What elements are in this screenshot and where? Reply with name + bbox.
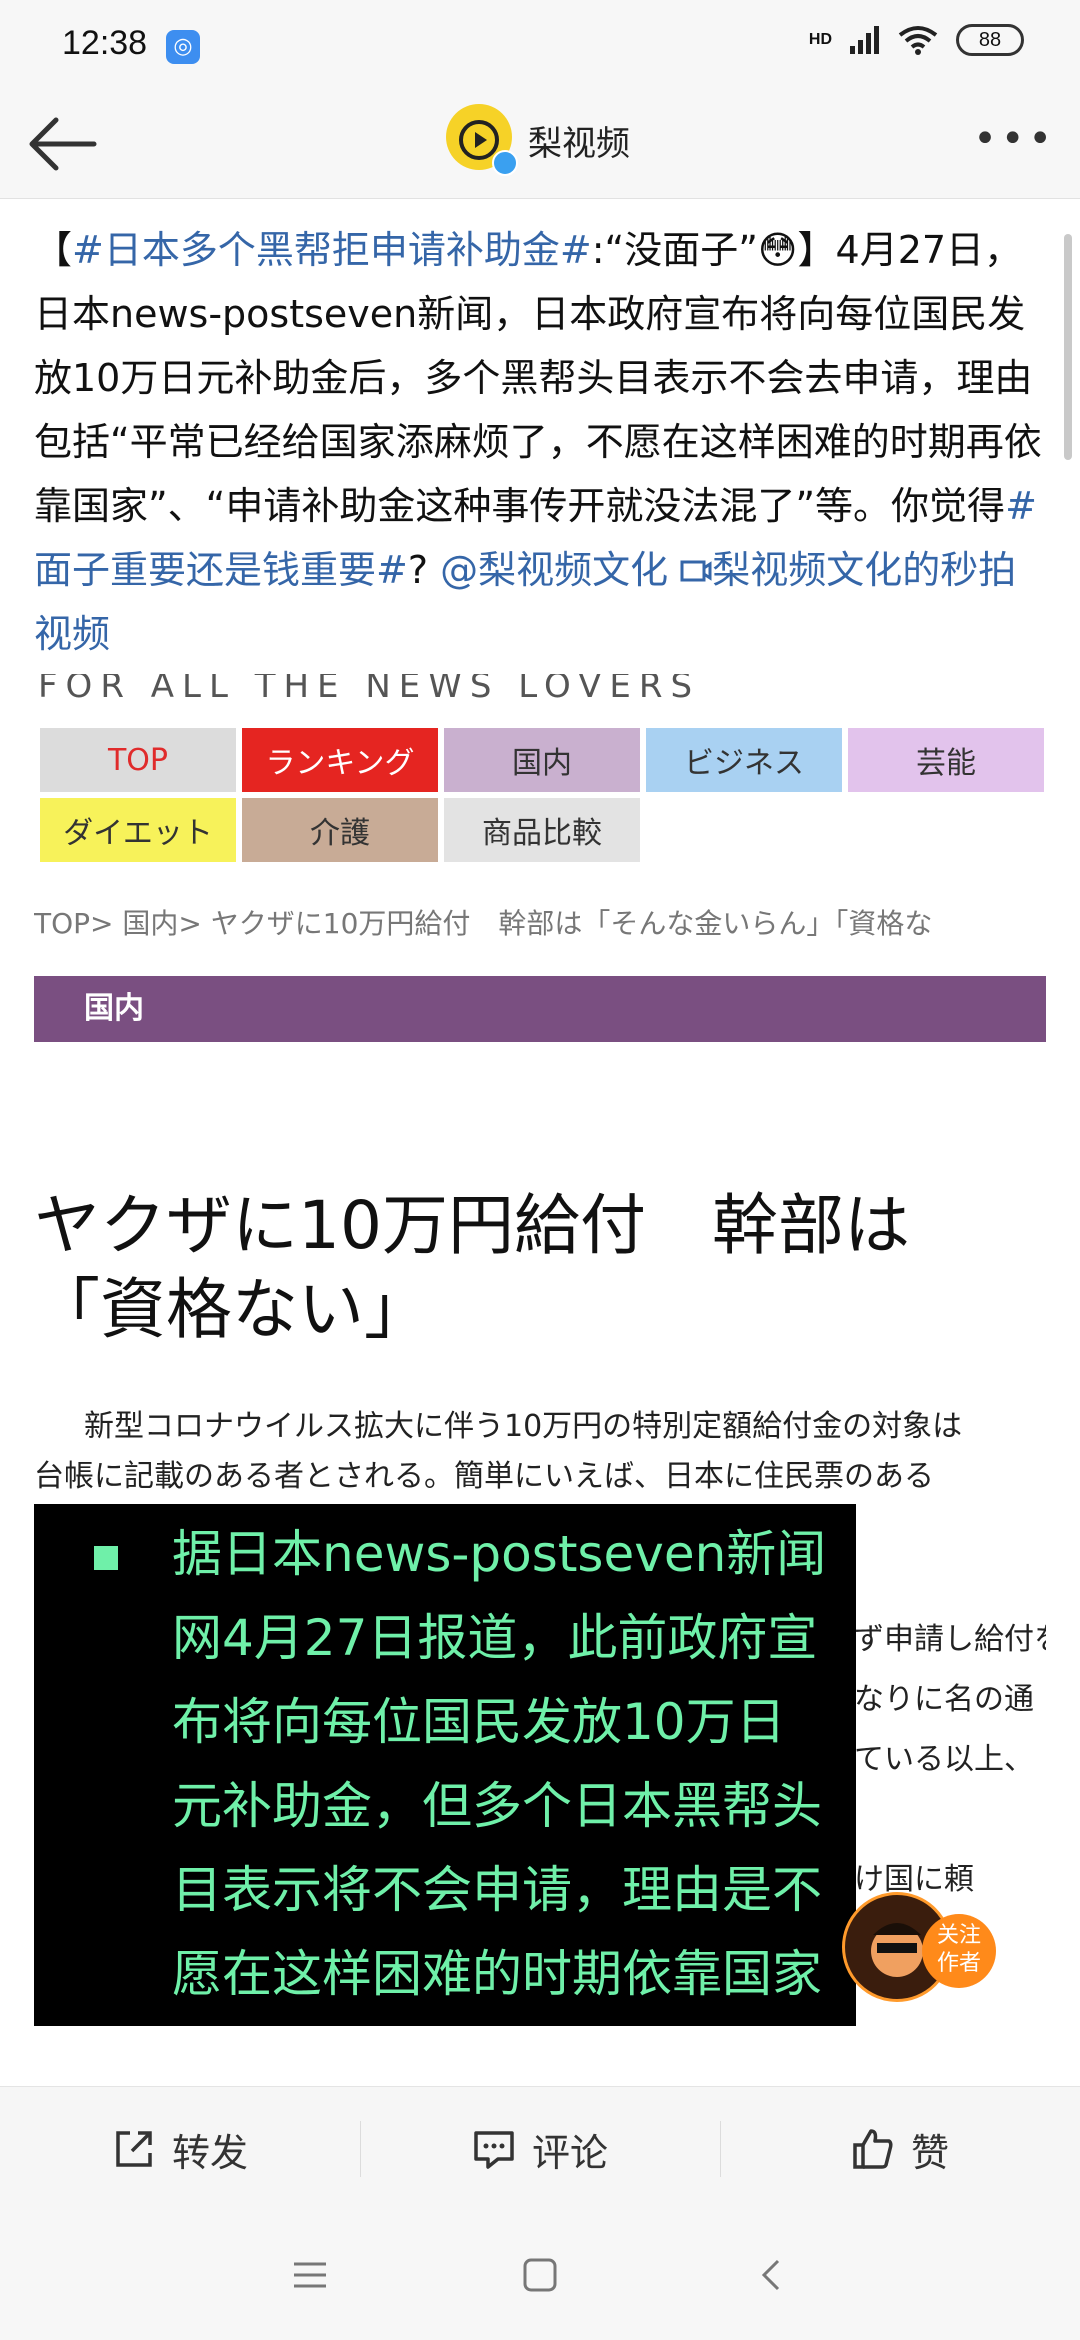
network-label: HD <box>808 31 832 48</box>
account-name[interactable]: 梨视频 <box>528 116 630 165</box>
repost-label: 转发 <box>171 2130 248 2175</box>
nav-back-button[interactable] <box>740 2245 800 2305</box>
section-label: 国内 <box>34 976 1046 1042</box>
hashtag-link[interactable]: #日本多个黑帮拒申请补助金# <box>72 228 592 272</box>
status-time: 12:38 <box>62 24 148 62</box>
comment-label: 评论 <box>531 2130 608 2175</box>
category-tab[interactable]: TOP <box>40 728 236 792</box>
scroll-indicator <box>1064 234 1072 460</box>
battery-indicator: 88 <box>956 24 1024 56</box>
video-caption-overlay: 据日本news-postseven新闻网4月27日报道，此前政府宣布将向每位国民… <box>34 1504 856 2026</box>
nav-home-button[interactable] <box>510 2245 570 2305</box>
body-line: 台帳に記載のある者とされる。簡単にいえば、日本に住民票のある <box>34 1459 934 1494</box>
post-text: 【#日本多个黑帮拒申请补助金#:“没面子”😳】4月27日，日本news-post… <box>34 218 1046 666</box>
nav-menu-button[interactable] <box>280 2245 340 2305</box>
article-image[interactable]: FOR ALL THE NEWS LOVERS TOP ランキング 国内 ビジネス 芸能… <box>34 674 1046 2026</box>
post-text-segment: 】4月27日，日本news-postseven新闻，日本政府宣布将向每位国民发放… <box>34 228 1042 528</box>
caption-text: 据日本news-postseven新闻网4月27日报道，此前政府宣布将向每位国民… <box>172 1525 827 2003</box>
status-bar: 12:38 ◎ HD 88 <box>0 0 1080 90</box>
follow-label: 关注 <box>936 1923 981 1948</box>
post-text-segment: 【 <box>34 228 73 272</box>
like-label: 赞 <box>910 2130 949 2175</box>
body-fragment: ている以上、 <box>854 1742 1034 1777</box>
wifi-icon <box>898 26 938 55</box>
menu-icon <box>294 2262 326 2288</box>
body-line: 新型コロナウイルス拡大に伴う10万円の特別定額給付金の対象は <box>84 1409 963 1444</box>
like-button[interactable]: 赞 <box>720 2087 1080 2211</box>
mention-link[interactable]: @梨视频文化 <box>440 548 668 592</box>
category-tab[interactable]: ビジネス <box>646 728 842 792</box>
headline-line: ヤクザに10万円給付 幹部は <box>34 1187 910 1264</box>
back-button[interactable] <box>22 108 102 180</box>
body-fragment <box>854 1790 1046 1850</box>
article-body: 新型コロナウイルス拡大に伴う10万円の特別定額給付金の対象は 台帳に記載のある者… <box>34 1402 1046 1502</box>
top-bar: 梨视频 ••• <box>0 90 1080 199</box>
category-tab[interactable]: 介護 <box>242 798 438 862</box>
more-options-button[interactable]: ••• <box>973 116 1056 162</box>
signal-icon <box>850 26 879 54</box>
comment-button[interactable]: 评论 <box>360 2087 720 2211</box>
follow-author-widget[interactable]: 关注 作者 <box>842 1892 996 2006</box>
breadcrumb: TOP> 国内> ヤクザに10万円給付 幹部は「そんな金いらん」「資格な <box>34 907 933 940</box>
headline-line: 「資格ない」 <box>34 1271 430 1348</box>
thumbs-up-icon <box>853 2129 893 2169</box>
caption-bullet-icon <box>94 1546 118 1570</box>
status-indicators: HD 88 <box>809 24 1024 56</box>
post-text-segment: ? <box>407 548 441 592</box>
emoji-icon: 😳 <box>757 228 798 272</box>
follow-button[interactable]: 关注 作者 <box>922 1914 996 1988</box>
body-fragment: なりに名の通 <box>854 1682 1034 1717</box>
site-tagline: FOR ALL THE NEWS LOVERS <box>38 674 701 706</box>
chevron-left-icon <box>761 2259 780 2291</box>
app-notification-icon: ◎ <box>166 30 200 64</box>
repost-button[interactable]: 转发 <box>0 2087 360 2211</box>
video-icon <box>680 560 712 582</box>
post-text-segment: :“没面子” <box>591 228 758 272</box>
home-square-icon <box>523 2258 557 2292</box>
category-tab[interactable]: ダイエット <box>40 798 236 862</box>
action-bar: 转发 评论 赞 <box>0 2086 1080 2211</box>
body-fragment: ず申請し給付を <box>854 1622 1046 1657</box>
category-tab[interactable]: ランキング <box>242 728 438 792</box>
article-headline: ヤクザに10万円給付 幹部は 「資格ない」 <box>34 1184 1046 1352</box>
category-tab[interactable]: 商品比較 <box>444 798 640 862</box>
category-tab[interactable]: 国内 <box>444 728 640 792</box>
category-menu: TOP ランキング 国内 ビジネス 芸能ダイエット 介護 商品比較 <box>40 728 1044 862</box>
system-nav-bar <box>0 2210 1080 2340</box>
follow-label: 作者 <box>936 1951 981 1976</box>
comment-icon <box>474 2131 514 2169</box>
back-arrow-icon <box>29 117 97 171</box>
verified-badge-icon <box>492 150 518 176</box>
category-tab[interactable]: 芸能 <box>848 728 1044 792</box>
share-icon <box>116 2131 152 2167</box>
